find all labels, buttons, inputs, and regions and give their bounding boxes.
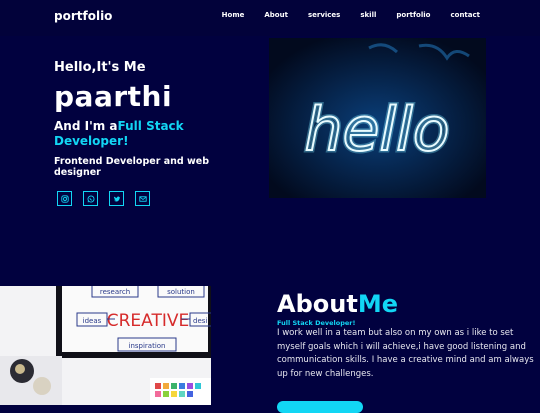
nav-link-services[interactable]: services — [308, 11, 340, 19]
about-subtitle: Full Stack Developer! — [277, 319, 356, 327]
nav-link-home[interactable]: Home — [222, 11, 245, 19]
twitter-button[interactable] — [109, 191, 124, 206]
hero-role: And I'm aFull Stack Developer! — [54, 119, 254, 149]
hero-description: Frontend Developer and web designer — [54, 156, 209, 178]
about-creative-image: research solution ideas CREATIVE desi in… — [0, 286, 211, 405]
whatsapp-icon — [87, 195, 94, 202]
about-text: I work well in a team but also on my own… — [277, 328, 534, 379]
brand-logo[interactable]: portfolio — [54, 9, 112, 23]
image-word-design: desi — [193, 317, 207, 325]
social-links — [57, 191, 161, 206]
hero-greeting: Hello,It's Me — [54, 60, 146, 75]
nav-link-contact[interactable]: contact — [450, 11, 480, 19]
mail-button[interactable] — [135, 191, 150, 206]
image-word-solution: solution — [167, 288, 195, 296]
nav-link-skill[interactable]: skill — [360, 11, 376, 19]
nav-links: Home About services skill portfolio cont… — [202, 11, 480, 19]
neon-hello-text: hello — [305, 95, 450, 165]
about-title-accent: Me — [357, 290, 398, 318]
instagram-icon — [60, 194, 69, 203]
navbar: portfolio Home About services skill port… — [0, 0, 540, 36]
hero-role-prefix: And I'm a — [54, 119, 118, 133]
hero-neon-image: hello hello — [269, 38, 486, 198]
about-read-more-button[interactable] — [277, 401, 363, 413]
image-word-ideas: ideas — [83, 317, 102, 325]
instagram-button[interactable] — [57, 191, 72, 206]
nav-link-about[interactable]: About — [264, 11, 288, 19]
image-word-creative: CREATIVE — [107, 311, 190, 331]
mail-icon — [138, 195, 147, 202]
nav-link-portfolio[interactable]: portfolio — [396, 11, 430, 19]
twitter-icon — [113, 196, 120, 201]
image-word-research: research — [100, 288, 130, 296]
about-title: AboutMe — [277, 290, 398, 318]
whatsapp-button[interactable] — [83, 191, 98, 206]
hero-name: paarthi — [54, 80, 173, 113]
image-word-inspiration: inspiration — [129, 342, 166, 350]
about-title-prefix: About — [277, 290, 358, 318]
